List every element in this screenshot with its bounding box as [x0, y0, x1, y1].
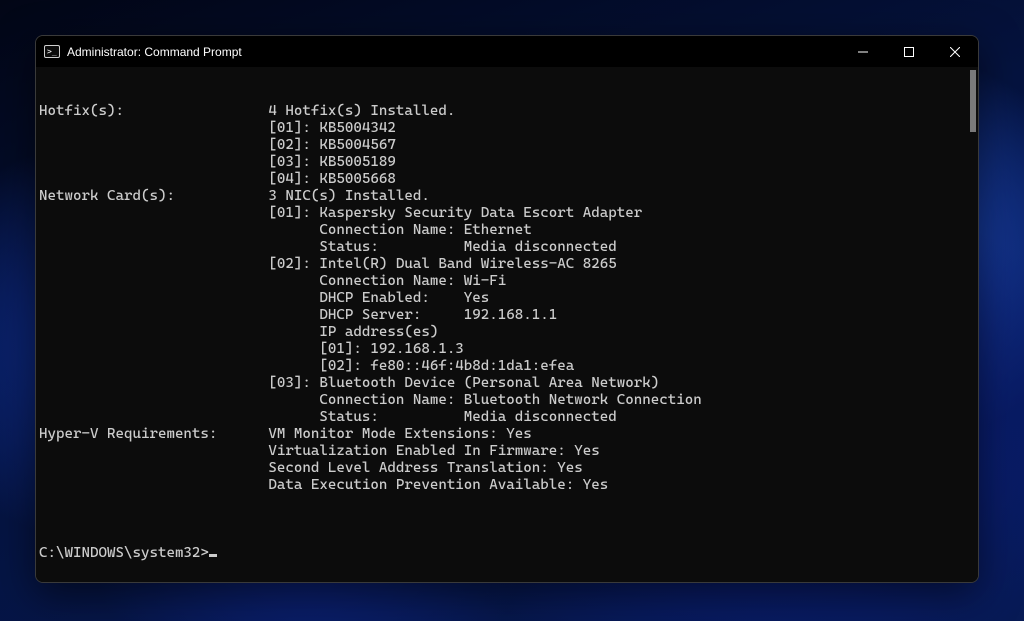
- output-line: Hyper-V Requirements: VM Monitor Mode Ex…: [39, 426, 975, 443]
- command-prompt-window: >_ Administrator: Command Prompt: [35, 35, 979, 583]
- output-line: Virtualization Enabled In Firmware: Yes: [39, 443, 975, 460]
- output-line: [02]: KB5004567: [39, 137, 975, 154]
- output-line: [02]: fe80::46f:4b8d:1da1:efea: [39, 358, 975, 375]
- output-line: [02]: Intel(R) Dual Band Wireless-AC 826…: [39, 256, 975, 273]
- prompt-text: C:\WINDOWS\system32>: [39, 545, 209, 562]
- titlebar[interactable]: >_ Administrator: Command Prompt: [36, 36, 978, 67]
- output-line: [04]: KB5005668: [39, 171, 975, 188]
- output-line: Data Execution Prevention Available: Yes: [39, 477, 975, 494]
- window-title: Administrator: Command Prompt: [67, 45, 242, 59]
- output-line: Connection Name: Bluetooth Network Conne…: [39, 392, 975, 409]
- close-icon: [950, 47, 960, 57]
- output-line: Network Card(s): 3 NIC(s) Installed.: [39, 188, 975, 205]
- output-line: [01]: Kaspersky Security Data Escort Ada…: [39, 205, 975, 222]
- scrollbar-thumb[interactable]: [970, 70, 976, 132]
- svg-text:>_: >_: [47, 47, 57, 56]
- output-line: Connection Name: Wi-Fi: [39, 273, 975, 290]
- output-line: Hotfix(s): 4 Hotfix(s) Installed.: [39, 103, 975, 120]
- output-line: [39, 494, 975, 511]
- terminal-output[interactable]: Hotfix(s): 4 Hotfix(s) Installed. [01]: …: [36, 67, 978, 582]
- output-line: DHCP Server: 192.168.1.1: [39, 307, 975, 324]
- maximize-button[interactable]: [886, 36, 932, 67]
- output-line: IP address(es): [39, 324, 975, 341]
- prompt-line: C:\WINDOWS\system32>: [39, 545, 975, 562]
- output-line: [03]: Bluetooth Device (Personal Area Ne…: [39, 375, 975, 392]
- command-prompt-icon: >_: [44, 44, 60, 60]
- output-lines: Hotfix(s): 4 Hotfix(s) Installed. [01]: …: [39, 103, 975, 511]
- minimize-button[interactable]: [840, 36, 886, 67]
- output-line: Second Level Address Translation: Yes: [39, 460, 975, 477]
- cursor: [209, 554, 217, 557]
- output-line: [03]: KB5005189: [39, 154, 975, 171]
- output-line: Connection Name: Ethernet: [39, 222, 975, 239]
- maximize-icon: [904, 47, 914, 57]
- output-line: Status: Media disconnected: [39, 409, 975, 426]
- window-controls: [840, 36, 978, 67]
- output-line: Status: Media disconnected: [39, 239, 975, 256]
- output-line: [01]: 192.168.1.3: [39, 341, 975, 358]
- close-button[interactable]: [932, 36, 978, 67]
- output-line: DHCP Enabled: Yes: [39, 290, 975, 307]
- output-line: [01]: KB5004342: [39, 120, 975, 137]
- minimize-icon: [858, 47, 868, 57]
